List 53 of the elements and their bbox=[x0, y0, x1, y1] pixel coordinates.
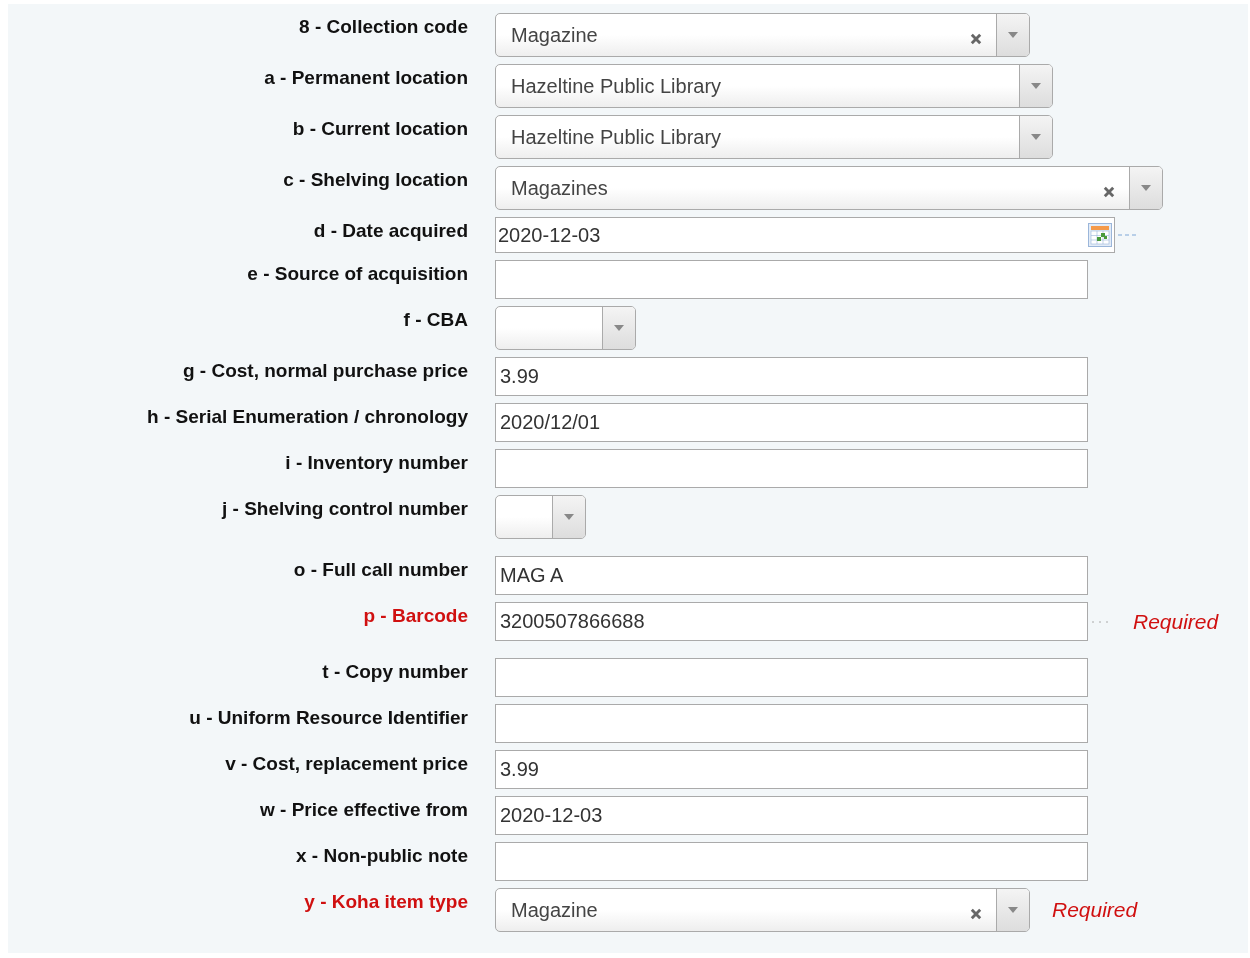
field-label: c - Shelving location bbox=[282, 168, 468, 191]
clear-icon[interactable] bbox=[970, 33, 982, 45]
caret-icon bbox=[1031, 134, 1041, 140]
caret-icon bbox=[1141, 185, 1151, 191]
field-label: d - Date acquired bbox=[312, 219, 468, 242]
required-note: Required bbox=[1052, 898, 1138, 922]
field-label: b - Current location bbox=[291, 117, 468, 140]
text-field[interactable]: 2020-12-03 bbox=[495, 796, 1088, 835]
field-label: f - CBA bbox=[402, 308, 468, 331]
dropdown[interactable]: Magazines bbox=[495, 166, 1163, 210]
field-label: e - Source of acquisition bbox=[246, 262, 468, 285]
text-field[interactable] bbox=[495, 658, 1088, 697]
field-label: h - Serial Enumeration / chronology bbox=[146, 405, 468, 428]
field-label: 8 - Collection code bbox=[298, 15, 468, 38]
text-field[interactable]: 3.99 bbox=[495, 750, 1088, 789]
dropdown[interactable]: Hazeltine Public Library bbox=[495, 64, 1053, 108]
field-label: i - Inventory number bbox=[284, 451, 468, 474]
text-field[interactable]: 3.99 bbox=[495, 357, 1088, 396]
dropdown[interactable] bbox=[495, 306, 636, 350]
field-label: y - Koha item type bbox=[303, 890, 468, 913]
text-field[interactable] bbox=[495, 842, 1088, 881]
dropdown[interactable]: Magazine bbox=[495, 13, 1030, 57]
field-label: j - Shelving control number bbox=[220, 497, 468, 520]
caret-icon bbox=[1031, 83, 1041, 89]
dropdown[interactable] bbox=[495, 495, 586, 539]
field-label: a - Permanent location bbox=[263, 66, 468, 89]
dots-icon bbox=[1091, 619, 1111, 624]
text-field[interactable]: 3200507866688 bbox=[495, 602, 1088, 641]
clear-icon[interactable] bbox=[1103, 186, 1115, 198]
caret-icon bbox=[564, 514, 574, 520]
field-label: x - Non-public note bbox=[294, 844, 468, 867]
dropdown[interactable]: Hazeltine Public Library bbox=[495, 115, 1053, 159]
text-field[interactable] bbox=[495, 704, 1088, 743]
field-label: v - Cost, replacement price bbox=[224, 752, 468, 775]
caret-icon bbox=[1008, 907, 1018, 913]
field-label: p - Barcode bbox=[362, 604, 468, 627]
date-field[interactable]: 2020-12-03 bbox=[495, 217, 1115, 253]
caret-icon bbox=[1008, 32, 1018, 38]
field-label: t - Copy number bbox=[321, 660, 468, 683]
text-field[interactable]: 2020/12/01 bbox=[495, 403, 1088, 442]
dropdown[interactable]: Magazine bbox=[495, 888, 1030, 932]
field-label: g - Cost, normal purchase price bbox=[181, 359, 468, 382]
text-field[interactable] bbox=[495, 449, 1088, 488]
field-label: u - Uniform Resource Identifier bbox=[188, 706, 468, 729]
text-field[interactable]: MAG A bbox=[495, 556, 1088, 595]
calendar-icon[interactable] bbox=[1088, 223, 1112, 247]
dashes-icon bbox=[1118, 233, 1138, 237]
field-label: w - Price effective from bbox=[258, 798, 468, 821]
required-note: Required bbox=[1133, 609, 1219, 634]
field-label: o - Full call number bbox=[292, 558, 468, 581]
caret-icon bbox=[614, 325, 624, 331]
clear-icon[interactable] bbox=[970, 908, 982, 920]
text-field[interactable] bbox=[495, 260, 1088, 299]
